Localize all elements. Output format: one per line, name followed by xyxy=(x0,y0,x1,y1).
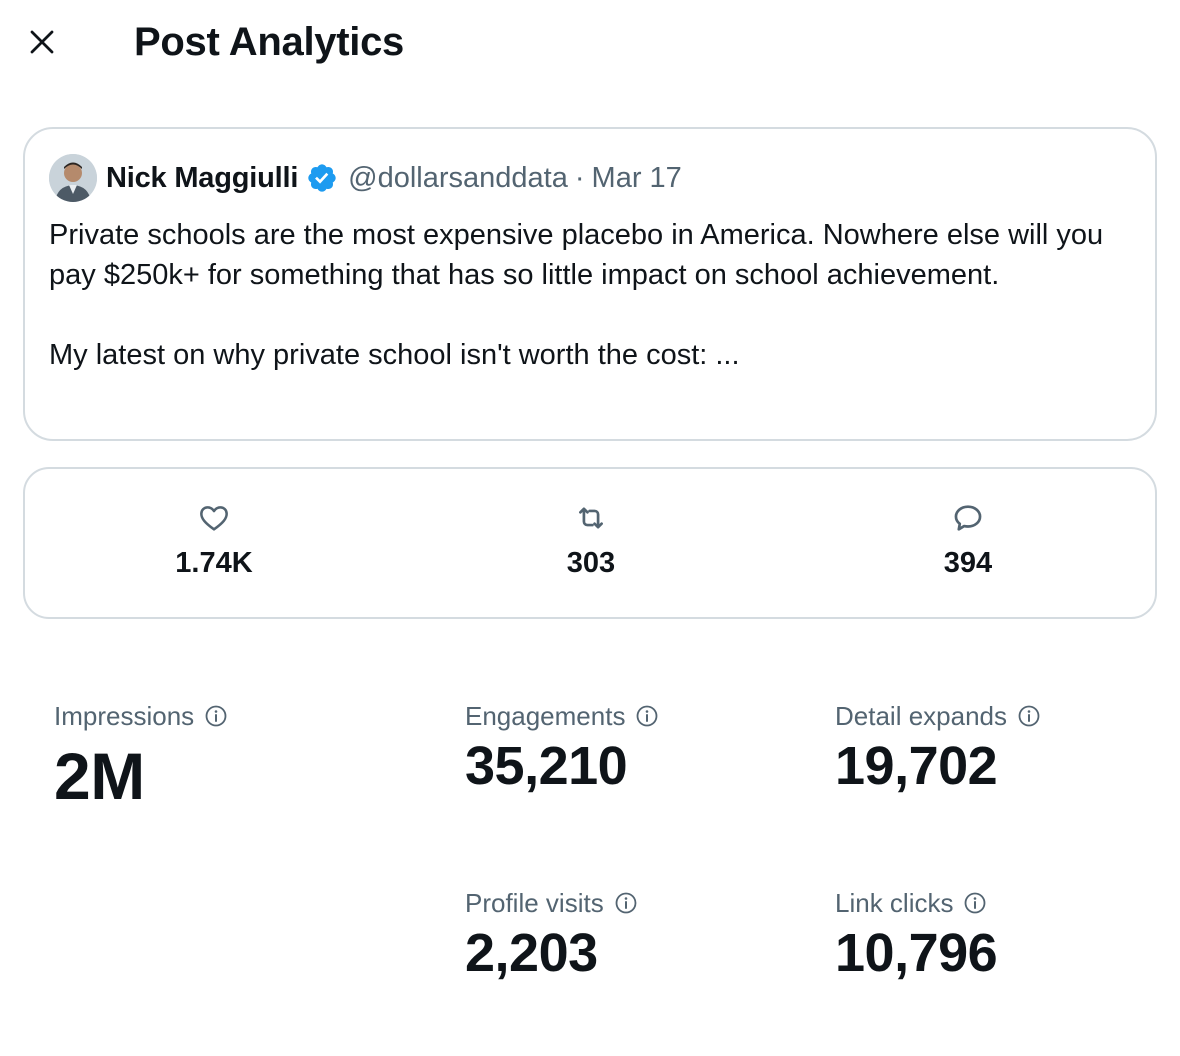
heart-icon xyxy=(197,501,231,535)
separator-dot: · xyxy=(574,161,585,194)
link-clicks-label: Link clicks xyxy=(835,887,954,918)
author-name[interactable]: Nick Maggiulli xyxy=(106,162,298,195)
reply-icon xyxy=(951,501,985,535)
repost-icon xyxy=(574,501,608,535)
impressions-metric: Impressions 2M xyxy=(54,700,228,814)
info-icon[interactable] xyxy=(204,704,228,728)
quoted-post-card[interactable]: Nick Maggiulli @dollarsanddata · Mar 17 … xyxy=(23,127,1157,441)
post-date[interactable]: Mar 17 xyxy=(592,162,682,195)
link-clicks-metric: Link clicks 10,796 xyxy=(835,887,998,985)
replies-count: 394 xyxy=(943,547,993,579)
post-text: Private schools are the most expensive p… xyxy=(49,219,1104,371)
info-icon[interactable] xyxy=(635,704,659,728)
verified-badge-icon xyxy=(306,162,338,194)
engagements-value: 35,210 xyxy=(465,736,628,796)
detail-expands-metric: Detail expands 19,702 xyxy=(835,700,1041,798)
reposts-stat[interactable]: 303 xyxy=(491,501,691,580)
impressions-value: 2M xyxy=(54,739,145,813)
likes-stat[interactable]: 1.74K xyxy=(114,501,314,580)
avatar-image xyxy=(49,154,97,202)
close-button[interactable] xyxy=(18,18,66,66)
profile-visits-metric: Profile visits 2,203 xyxy=(465,887,638,985)
info-icon[interactable] xyxy=(963,891,987,915)
post-header: Nick Maggiulli @dollarsanddata · Mar 17 xyxy=(49,153,1131,203)
reposts-count: 303 xyxy=(566,547,616,579)
impressions-label: Impressions xyxy=(54,700,195,731)
profile-visits-label: Profile visits xyxy=(465,887,604,918)
close-icon xyxy=(30,30,54,54)
engagement-stats-card: 1.74K 303 394 xyxy=(23,467,1157,619)
info-icon[interactable] xyxy=(1017,704,1041,728)
page-title: Post Analytics xyxy=(134,20,404,64)
avatar[interactable] xyxy=(49,154,97,202)
profile-visits-value: 2,203 xyxy=(465,923,598,983)
detail-expands-label: Detail expands xyxy=(835,700,1007,731)
link-clicks-value: 10,796 xyxy=(835,923,998,983)
engagements-metric: Engagements 35,210 xyxy=(465,700,659,798)
engagements-label: Engagements xyxy=(465,700,626,731)
detail-expands-value: 19,702 xyxy=(835,736,998,796)
likes-count: 1.74K xyxy=(175,547,253,579)
replies-stat[interactable]: 394 xyxy=(868,501,1068,580)
post-analytics-page: Post Analytics Nick Maggiulli @dollarsan… xyxy=(0,0,1180,1056)
author-handle[interactable]: @dollarsanddata xyxy=(348,162,568,195)
info-icon[interactable] xyxy=(614,891,638,915)
